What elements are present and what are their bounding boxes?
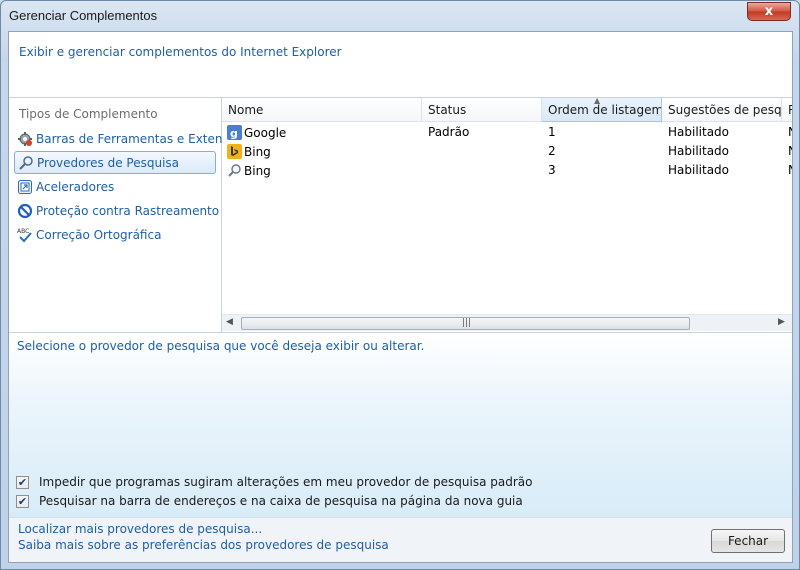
scroll-left-icon[interactable]: ◀ bbox=[226, 317, 233, 327]
manage-addons-window: Gerenciar Complementos x Exibir e gerenc… bbox=[0, 0, 800, 570]
row-extra-cell: N bbox=[788, 163, 792, 177]
find-more-providers-link[interactable]: Localizar mais provedores de pesquisa... bbox=[18, 522, 262, 536]
window-close-button[interactable]: x bbox=[747, 2, 791, 21]
row-suggestions-cell: Habilitado bbox=[668, 144, 730, 158]
column-header-label: Status bbox=[428, 102, 467, 117]
scroll-right-icon[interactable]: ▶ bbox=[778, 317, 785, 327]
sidebar-item-label: Barras de Ferramentas e Extensões bbox=[36, 131, 250, 146]
accelerator-icon bbox=[17, 179, 33, 195]
sidebar-item-label: Aceleradores bbox=[36, 179, 115, 194]
row-order-cell: 3 bbox=[548, 163, 556, 177]
column-header-extra[interactable]: R bbox=[782, 98, 792, 122]
details-pane: Selecione o provedor de pesquisa que voc… bbox=[9, 332, 792, 517]
sidebar-item-label: Proteção contra Rastreamento bbox=[36, 203, 220, 218]
row-suggestions-cell: Habilitado bbox=[668, 125, 730, 139]
table-row[interactable]: Bing 2 Habilitado N bbox=[222, 142, 792, 161]
sidebar-item-toolbars-extensions[interactable]: Barras de Ferramentas e Extensões bbox=[14, 127, 250, 150]
row-name-text: Google bbox=[244, 125, 287, 140]
row-extra-cell: N bbox=[788, 144, 792, 158]
column-header-label: Sugestões de pesqu... bbox=[668, 102, 782, 117]
header-description: Exibir e gerenciar complementos do Inter… bbox=[19, 45, 342, 59]
table-row[interactable]: Bing 3 Habilitado N bbox=[222, 161, 792, 180]
table-row[interactable]: g Google Padrão 1 Habilitado N bbox=[222, 123, 792, 142]
column-header-suggestions[interactable]: Sugestões de pesqu... bbox=[662, 98, 782, 122]
row-name-cell: Bing bbox=[227, 163, 271, 178]
spellcheck-icon: ABC bbox=[17, 227, 33, 243]
checkbox-label: Pesquisar na barra de endereços e na cai… bbox=[39, 494, 523, 508]
gear-icon bbox=[17, 131, 33, 147]
svg-text:g: g bbox=[230, 127, 238, 140]
horizontal-scrollbar[interactable]: ◀ ||| ▶ bbox=[222, 314, 792, 331]
row-order-cell: 2 bbox=[548, 144, 556, 158]
header-area: Exibir e gerenciar complementos do Inter… bbox=[9, 32, 792, 98]
close-button[interactable]: Fechar bbox=[711, 529, 785, 553]
column-header-status[interactable]: Status bbox=[422, 98, 542, 122]
sidebar-item-accelerators[interactable]: Aceleradores bbox=[14, 175, 216, 198]
row-name-cell: g Google bbox=[227, 125, 286, 140]
column-header-name[interactable]: Nome bbox=[222, 98, 422, 122]
column-header-label: R bbox=[788, 103, 792, 117]
no-tracking-icon bbox=[17, 203, 33, 219]
sidebar-item-tracking-protection[interactable]: Proteção contra Rastreamento bbox=[14, 199, 220, 222]
row-status-cell: Padrão bbox=[428, 125, 470, 139]
column-header-label: Nome bbox=[228, 102, 264, 117]
row-extra-cell: N bbox=[788, 125, 792, 139]
addon-types-title: Tipos de Complemento bbox=[19, 107, 158, 121]
sidebar-item-spelling-correction[interactable]: ABC Correção Ortográfica bbox=[14, 223, 216, 246]
row-name-cell: Bing bbox=[227, 144, 271, 159]
scrollbar-thumb[interactable]: ||| bbox=[241, 317, 690, 330]
bing-icon bbox=[227, 144, 242, 159]
row-name-text: Bing bbox=[244, 163, 271, 178]
checkbox[interactable]: ✔ bbox=[16, 475, 29, 489]
search-providers-list: Nome Status ▲ Ordem de listagem Sugestõe… bbox=[222, 98, 792, 332]
footer: Localizar mais provedores de pesquisa...… bbox=[9, 517, 792, 562]
close-icon: x bbox=[764, 4, 774, 19]
row-suggestions-cell: Habilitado bbox=[668, 163, 730, 177]
svg-text:ABC: ABC bbox=[17, 228, 29, 235]
sidebar-item-label: Provedores de Pesquisa bbox=[37, 155, 180, 170]
search-icon bbox=[227, 163, 242, 178]
sort-ascending-icon: ▲ bbox=[594, 98, 601, 105]
column-header-order[interactable]: ▲ Ordem de listagem bbox=[542, 98, 662, 122]
checkbox-label: Impedir que programas sugiram alterações… bbox=[39, 475, 533, 489]
close-button-label: Fechar bbox=[727, 534, 769, 548]
google-icon: g bbox=[227, 125, 242, 140]
learn-more-preferences-link[interactable]: Saiba mais sobre as preferências dos pro… bbox=[18, 538, 389, 552]
title-bar[interactable]: Gerenciar Complementos x bbox=[1, 1, 799, 30]
sidebar-item-label: Correção Ortográfica bbox=[36, 227, 162, 242]
window-title: Gerenciar Complementos bbox=[9, 8, 158, 23]
row-order-cell: 1 bbox=[548, 125, 556, 139]
grip-icon: ||| bbox=[462, 318, 472, 328]
checkbox-prevent-changes[interactable]: ✔ Impedir que programas sugiram alteraçõ… bbox=[16, 475, 533, 489]
addon-types-panel: Tipos de Complemento Barras de Ferrament… bbox=[9, 98, 250, 332]
column-header-label: Ordem de listagem bbox=[548, 102, 662, 117]
checkbox[interactable]: ✔ bbox=[16, 494, 29, 508]
details-prompt: Selecione o provedor de pesquisa que voc… bbox=[17, 339, 425, 353]
dialog-content: Exibir e gerenciar complementos do Inter… bbox=[8, 31, 793, 563]
checkbox-address-bar-search[interactable]: ✔ Pesquisar na barra de endereços e na c… bbox=[16, 494, 523, 508]
search-icon bbox=[18, 155, 34, 171]
row-name-text: Bing bbox=[244, 144, 271, 159]
sidebar-item-search-providers[interactable]: Provedores de Pesquisa bbox=[14, 151, 216, 174]
